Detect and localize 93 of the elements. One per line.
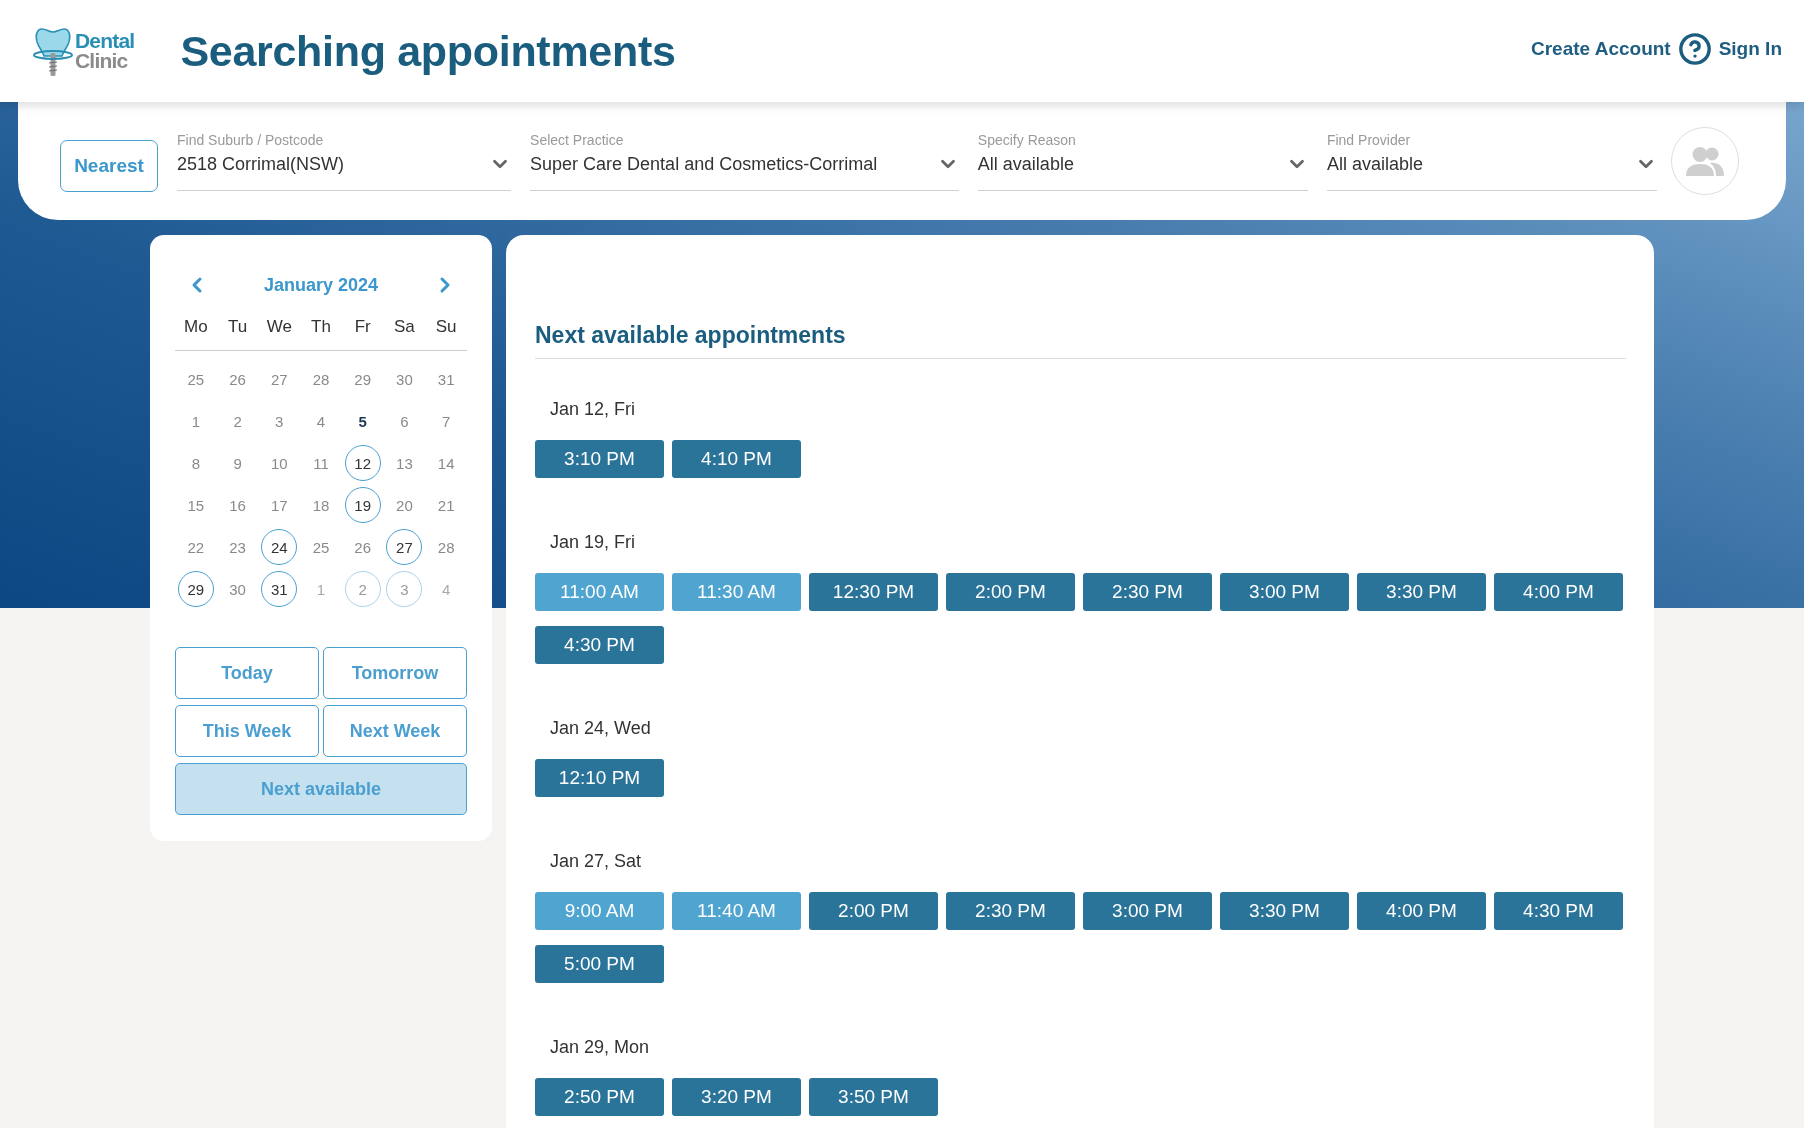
- field-label: Specify Reason: [977, 131, 1076, 149]
- time-slot-button[interactable]: 3:30 PM: [1357, 573, 1486, 611]
- calendar-day: 3: [261, 403, 298, 439]
- weekday-label: Su: [435, 317, 457, 337]
- people-icon: [1685, 146, 1725, 176]
- dropdown-field[interactable]: Super Care Dental and Cosmetics-Corrimal: [530, 152, 959, 191]
- dropdown-field[interactable]: All available: [1326, 152, 1657, 191]
- section-heading: Next available appointments: [535, 321, 846, 350]
- calendar-day: 22: [177, 529, 214, 565]
- nearest-button[interactable]: Nearest: [60, 139, 158, 192]
- time-slot-button[interactable]: 2:00 PM: [946, 573, 1075, 611]
- calendar-day: 18: [303, 487, 339, 523]
- time-slot-button[interactable]: 11:00 AM: [535, 573, 664, 611]
- calendar-day: 1: [303, 571, 339, 607]
- time-slot-button[interactable]: 4:00 PM: [1494, 573, 1623, 611]
- time-slot-button[interactable]: 3:30 PM: [1220, 892, 1349, 930]
- time-slot-button[interactable]: 12:30 PM: [809, 573, 938, 611]
- calendar-day: 30: [219, 571, 256, 607]
- weekday-label: Tu: [227, 317, 248, 337]
- calendar-day: 23: [219, 529, 256, 565]
- calendar-day: 9: [219, 445, 256, 481]
- calendar-day: 20: [386, 487, 423, 523]
- weekday-label: Th: [311, 317, 331, 337]
- date-label: Jan 12, Fri: [550, 398, 636, 420]
- calendar-day: 4: [303, 403, 339, 439]
- field-label: Find Suburb / Postcode: [177, 131, 324, 149]
- page-title: Searching appointments: [180, 26, 676, 76]
- calendar-day: 14: [428, 445, 465, 481]
- dropdown-field[interactable]: 2518 Corrimal(NSW): [177, 152, 512, 191]
- time-slot-button[interactable]: 3:50 PM: [809, 1078, 938, 1116]
- time-slot-button[interactable]: 12:10 PM: [535, 759, 664, 797]
- time-slot-button[interactable]: 3:20 PM: [672, 1078, 801, 1116]
- calendar-day: 15: [177, 487, 214, 523]
- logo-text: Clinic: [75, 51, 129, 71]
- weekday-label: Mo: [184, 317, 208, 337]
- month-title: January 2024: [263, 274, 379, 296]
- time-slot-button[interactable]: 9:00 AM: [535, 892, 664, 930]
- weekday-label: Fr: [354, 317, 371, 337]
- time-slot-button[interactable]: 4:00 PM: [1357, 892, 1486, 930]
- help-icon[interactable]: [1677, 32, 1712, 66]
- calendar-day: 25: [303, 529, 339, 565]
- date-label: Jan 27, Sat: [550, 850, 642, 872]
- dropdown-field[interactable]: All available: [977, 152, 1308, 191]
- calendar-day: 29: [344, 361, 381, 397]
- calendar-day: 28: [428, 529, 465, 565]
- time-slot-button[interactable]: 4:30 PM: [1494, 892, 1623, 930]
- time-slot-button[interactable]: 2:30 PM: [946, 892, 1075, 930]
- date-filter-button[interactable]: Today: [175, 647, 319, 699]
- calendar-day: 26: [344, 529, 381, 565]
- time-slot-button[interactable]: 4:30 PM: [535, 626, 664, 664]
- weekday-label: Sa: [394, 317, 415, 337]
- sign-in-link[interactable]: Sign In: [1718, 38, 1782, 60]
- calendar-day: 10: [261, 445, 298, 481]
- field-label: Select Practice: [530, 131, 624, 149]
- calendar-day: 27: [261, 361, 298, 397]
- calendar-day: 26: [219, 361, 256, 397]
- calendar-day: 4: [428, 571, 465, 607]
- calendar-day: 17: [261, 487, 298, 523]
- time-slot-button[interactable]: 3:00 PM: [1083, 892, 1212, 930]
- calendar-day: 31: [428, 361, 465, 397]
- calendar-day: 1: [177, 403, 214, 439]
- calendar-day: 13: [386, 445, 423, 481]
- date-filter-button[interactable]: This Week: [175, 705, 319, 757]
- time-slot-button[interactable]: 11:40 AM: [672, 892, 801, 930]
- calendar-day: 2: [219, 403, 256, 439]
- date-filter-button[interactable]: Next Week: [323, 705, 467, 757]
- calendar-day: 30: [386, 361, 423, 397]
- time-slot-button[interactable]: 5:00 PM: [535, 945, 664, 983]
- time-slot-button[interactable]: 2:30 PM: [1083, 573, 1212, 611]
- calendar-day: 6: [386, 403, 423, 439]
- time-slot-button[interactable]: 11:30 AM: [672, 573, 801, 611]
- logo-text: Dental: [75, 31, 135, 51]
- calendar-day: 25: [177, 361, 214, 397]
- time-slot-button[interactable]: 3:00 PM: [1220, 573, 1349, 611]
- time-slot-button[interactable]: 4:10 PM: [672, 440, 801, 478]
- date-label: Jan 29, Mon: [550, 1036, 650, 1058]
- time-slot-button[interactable]: 2:00 PM: [809, 892, 938, 930]
- weekday-label: We: [266, 317, 292, 337]
- calendar-day: 7: [428, 403, 465, 439]
- time-slot-button[interactable]: 2:50 PM: [535, 1078, 664, 1116]
- calendar-day: 11: [303, 445, 339, 481]
- date-filter-button[interactable]: Tomorrow: [323, 647, 467, 699]
- time-slot-button[interactable]: 3:10 PM: [535, 440, 664, 478]
- calendar-day: 21: [428, 487, 465, 523]
- field-label: Find Provider: [1326, 131, 1411, 149]
- calendar-day: 28: [303, 361, 339, 397]
- create-account-link[interactable]: Create Account: [1530, 38, 1671, 60]
- date-label: Jan 19, Fri: [550, 531, 636, 553]
- date-label: Jan 24, Wed: [550, 717, 651, 739]
- calendar-day: 8: [177, 445, 214, 481]
- tooth-icon: [33, 25, 73, 77]
- calendar-day: 16: [219, 487, 256, 523]
- calendar-day: 5: [344, 403, 381, 439]
